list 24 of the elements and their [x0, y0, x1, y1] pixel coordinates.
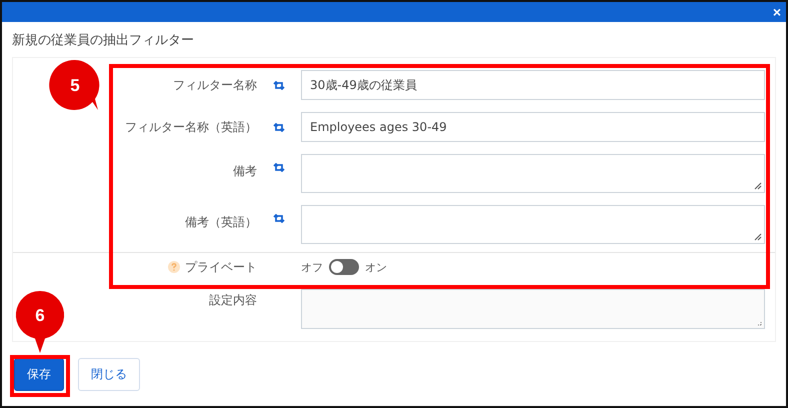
field-label: フィルター名称: [173, 76, 257, 94]
field-label: 備考（英語）: [185, 214, 257, 231]
close-button[interactable]: 閉じる: [78, 358, 140, 391]
toggle-switch[interactable]: [329, 259, 359, 275]
field-label: 設定内容: [209, 292, 257, 309]
sync-icon[interactable]: [273, 122, 285, 132]
resize-grip-icon[interactable]: [754, 182, 762, 190]
step-number: 6: [35, 306, 45, 325]
sync-icon[interactable]: [273, 214, 285, 223]
highlight-frame: [10, 355, 70, 397]
toggle-off-label: オフ: [301, 260, 323, 274]
sync-icon[interactable]: [273, 80, 285, 90]
save-button[interactable]: 保存: [14, 358, 64, 391]
field-label: 備考: [233, 163, 257, 180]
field-label: フィルター名称（英語）: [125, 118, 257, 136]
sync-icon[interactable]: [273, 163, 285, 172]
close-button[interactable]: ×: [768, 3, 786, 21]
toggle-on-label: オン: [365, 260, 387, 274]
text-field[interactable]: Employees ages 30-49: [301, 112, 765, 142]
dialog-title: 新規の従業員の抽出フィルター: [11, 32, 195, 50]
field-label: プライベート: [185, 258, 257, 276]
step-number: 5: [70, 76, 80, 95]
text-field[interactable]: 30歳-49歳の従業員: [301, 70, 765, 100]
resize-grip-icon[interactable]: [754, 233, 762, 241]
